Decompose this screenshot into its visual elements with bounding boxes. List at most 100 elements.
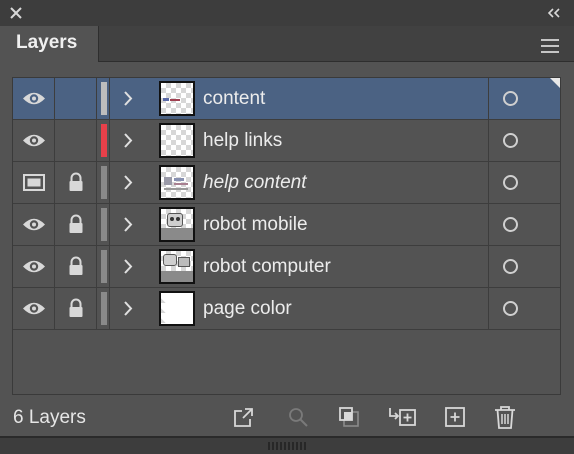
chevron-right-icon <box>124 301 133 316</box>
tab-layers[interactable]: Layers <box>0 26 99 62</box>
close-icon[interactable] <box>9 6 23 20</box>
eye-icon <box>23 218 45 231</box>
target-circle-icon[interactable] <box>503 91 518 106</box>
thumbnail-image <box>159 81 195 116</box>
move-to-layer-icon[interactable] <box>387 404 417 430</box>
layer-color-swatch <box>97 288 109 329</box>
layer-row-help-links[interactable]: help links <box>13 120 560 162</box>
visibility-toggle[interactable] <box>13 78 55 119</box>
layer-color-bar <box>101 292 107 325</box>
resize-grip-icon[interactable] <box>267 442 307 450</box>
lock-toggle[interactable] <box>55 162 97 203</box>
selection-corner-icon <box>550 78 560 88</box>
visibility-toggle[interactable] <box>13 120 55 161</box>
chevron-right-icon <box>124 259 133 274</box>
lock-toggle[interactable] <box>55 246 97 287</box>
layer-name[interactable]: robot mobile <box>203 204 489 245</box>
layer-color-swatch <box>97 162 109 203</box>
chevron-right-icon <box>124 91 133 106</box>
layer-name[interactable]: help links <box>203 120 489 161</box>
layer-row-page-color[interactable]: page color <box>13 288 560 330</box>
layer-thumbnail <box>149 288 199 329</box>
lock-toggle[interactable] <box>55 78 97 119</box>
layer-color-swatch <box>97 246 109 287</box>
lock-icon <box>69 256 83 275</box>
layer-name[interactable]: page color <box>203 288 489 329</box>
layer-thumbnail <box>149 204 199 245</box>
eye-icon <box>23 302 45 315</box>
expand-toggle[interactable] <box>109 204 149 245</box>
thumbnail-image <box>159 123 195 158</box>
target-circle-icon[interactable] <box>503 301 518 316</box>
visibility-toggle[interactable] <box>13 288 55 329</box>
visibility-toggle[interactable] <box>13 162 55 203</box>
double-chevron-left-icon[interactable] <box>546 7 562 19</box>
chevron-right-icon <box>124 175 133 190</box>
expand-toggle[interactable] <box>109 162 149 203</box>
lock-icon <box>69 172 83 191</box>
target-circle-icon[interactable] <box>503 259 518 274</box>
search-icon[interactable] <box>285 404 311 430</box>
export-icon[interactable] <box>231 404 257 430</box>
layer-thumbnail <box>149 162 199 203</box>
layer-color-bar <box>101 208 107 241</box>
visibility-toggle[interactable] <box>13 246 55 287</box>
layer-count-label: 6 Layers <box>13 407 86 428</box>
layer-color-swatch <box>97 120 109 161</box>
lock-toggle[interactable] <box>55 120 97 161</box>
eye-icon <box>23 92 45 105</box>
tab-row: Layers <box>0 26 574 62</box>
chevron-right-icon <box>124 217 133 232</box>
chevron-right-icon <box>124 133 133 148</box>
layer-name[interactable]: robot computer <box>203 246 489 287</box>
panel-title-strip <box>0 0 574 26</box>
target-circle-icon[interactable] <box>503 133 518 148</box>
thumbnail-image <box>159 291 195 326</box>
target-column[interactable] <box>489 120 560 161</box>
layer-row-robot-computer[interactable]: robot computer <box>13 246 560 288</box>
lock-toggle[interactable] <box>55 204 97 245</box>
eye-icon <box>23 260 45 273</box>
hamburger-menu-icon[interactable] <box>540 38 560 54</box>
expand-toggle[interactable] <box>109 120 149 161</box>
layer-thumbnail <box>149 120 199 161</box>
layer-name[interactable]: content <box>203 78 489 119</box>
target-column[interactable] <box>489 78 560 119</box>
target-column[interactable] <box>489 246 560 287</box>
target-column[interactable] <box>489 162 560 203</box>
layer-row-help-content[interactable]: help content <box>13 162 560 204</box>
expand-toggle[interactable] <box>109 288 149 329</box>
layer-row-robot-mobile[interactable]: robot mobile <box>13 204 560 246</box>
thumbnail-image <box>159 207 195 242</box>
layer-color-bar <box>101 166 107 199</box>
expand-toggle[interactable] <box>109 78 149 119</box>
new-layer-icon[interactable] <box>442 404 468 430</box>
layer-color-bar <box>101 124 107 157</box>
layer-name[interactable]: help content <box>203 162 489 203</box>
trash-icon[interactable] <box>492 404 518 430</box>
lock-toggle[interactable] <box>55 288 97 329</box>
lock-icon <box>69 214 83 233</box>
layer-color-bar <box>101 82 107 115</box>
expand-toggle[interactable] <box>109 246 149 287</box>
target-circle-icon[interactable] <box>503 217 518 232</box>
target-circle-icon[interactable] <box>503 175 518 190</box>
clipping-mask-icon[interactable] <box>336 404 362 430</box>
thumbnail-image <box>159 165 195 200</box>
layer-color-swatch <box>97 204 109 245</box>
layer-row-content[interactable]: content <box>13 78 560 120</box>
thumbnail-image <box>159 249 195 284</box>
target-column[interactable] <box>489 204 560 245</box>
layer-color-swatch <box>97 78 109 119</box>
layer-color-bar <box>101 250 107 283</box>
eye-icon <box>23 134 45 147</box>
template-layer-icon <box>23 174 45 191</box>
panel-resize-strip[interactable] <box>0 436 574 454</box>
layer-thumbnail <box>149 78 199 119</box>
layers-list: content help links help content robot mo… <box>12 77 561 395</box>
visibility-toggle[interactable] <box>13 204 55 245</box>
layer-thumbnail <box>149 246 199 287</box>
panel-footer: 6 Layers <box>0 398 574 436</box>
lock-icon <box>69 298 83 317</box>
target-column[interactable] <box>489 288 560 329</box>
